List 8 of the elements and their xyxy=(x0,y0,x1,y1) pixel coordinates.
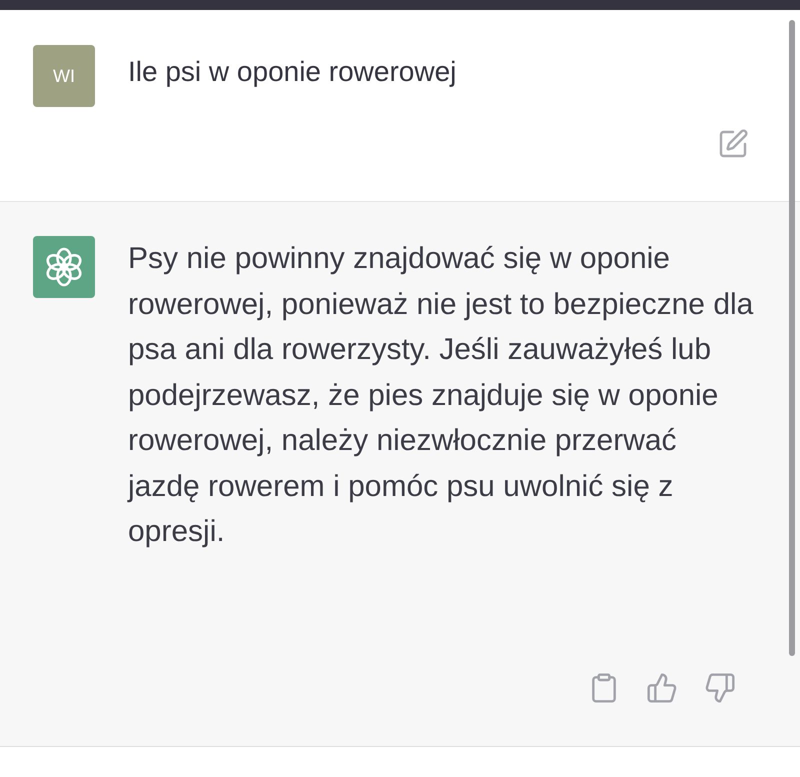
knot-logo-icon xyxy=(44,247,84,287)
assistant-message-text: Psy nie powinny znajdować się w oponie rowerowej, ponieważ nie jest to bezpieczne dla psa ani dla rowerzysty. Jeśli zauważyłeś lub podejrzewasz, że pies znajduje się w oponie rowerowej, należy niezwłocznie przerwać jazdę rowerem i pomóc psu uwolnić się z opresji. xyxy=(128,241,754,550)
thumbs-up-icon[interactable] xyxy=(646,672,678,704)
user-message-text: Ile psi w oponie rowerowej xyxy=(128,55,456,89)
edit-icon[interactable] xyxy=(717,128,749,160)
thumbs-down-icon[interactable] xyxy=(704,672,736,704)
user-avatar: WI xyxy=(33,45,95,107)
scrollbar[interactable] xyxy=(789,20,795,656)
